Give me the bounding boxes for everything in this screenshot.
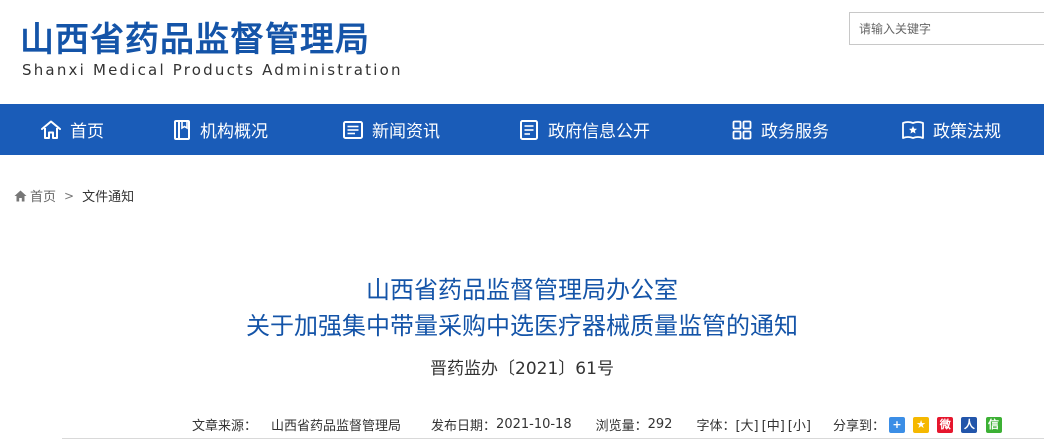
home-icon [14, 190, 27, 201]
breadcrumb: 首页 > 文件通知 [14, 186, 134, 205]
chevron-right-icon: > [64, 188, 75, 203]
search-box [849, 12, 1044, 45]
nav-item-policy[interactable]: 政策法规 [901, 104, 1001, 155]
document-icon [520, 119, 538, 140]
article-title-line-1: 山西省药品监督管理局办公室 [366, 276, 678, 304]
nav-item-gov-info[interactable]: 政府信息公开 [518, 104, 650, 155]
views-value: 292 [647, 417, 673, 432]
nav-item-about[interactable]: 机构概况 [172, 104, 268, 155]
nav-item-label: 机构概况 [200, 122, 268, 142]
share-wechat-icon[interactable]: 信 [985, 416, 1002, 433]
search-input[interactable] [850, 13, 1039, 44]
nav-item-news[interactable]: 新闻资讯 [342, 104, 440, 155]
news-icon [343, 120, 363, 139]
source-label: 文章来源： [192, 419, 258, 434]
main-nav: 首页 机构概况 新闻资讯 政府信息公开 政务服务 政策法规 [0, 104, 1044, 155]
law-book-icon [902, 120, 924, 139]
source-value: 山西省药品监督管理局 [271, 419, 402, 434]
date-value: 2021-10-18 [496, 417, 572, 432]
nav-item-services[interactable]: 政务服务 [731, 104, 829, 155]
font-small-button[interactable]: [小] [788, 415, 811, 434]
font-size-label: 字体： [696, 419, 736, 434]
site-logo-subtitle: Shanxi Medical Products Administration [22, 61, 403, 79]
book-icon [174, 119, 190, 140]
share-more-icon[interactable]: + [888, 416, 905, 433]
article-title-line-2: 关于加强集中带量采购中选医疗器械质量监管的通知 [246, 312, 798, 340]
views-label: 浏览量： [595, 419, 648, 434]
breadcrumb-home-label: 首页 [30, 190, 57, 205]
share-icons: + ★ 微 人 信 [888, 416, 1006, 433]
nav-item-label: 首页 [70, 122, 104, 142]
site-logo-title[interactable]: 山西省药品监督管理局 [20, 12, 370, 61]
share-weibo-icon[interactable]: 微 [937, 416, 954, 433]
font-large-button[interactable]: [大] [735, 415, 758, 434]
breadcrumb-current[interactable]: 文件通知 [82, 186, 134, 205]
share-label: 分享到： [832, 419, 885, 434]
nav-item-label: 新闻资讯 [372, 122, 440, 142]
share-renren-icon[interactable]: 人 [961, 416, 978, 433]
date-label: 发布日期： [431, 419, 497, 434]
nav-item-label: 政务服务 [761, 122, 829, 142]
article-meta: 文章来源： 山西省药品监督管理局 发布日期： 2021-10-18 浏览量： 2… [192, 415, 1006, 434]
font-medium-button[interactable]: [中] [762, 415, 785, 434]
nav-item-home[interactable]: 首页 [40, 104, 104, 155]
breadcrumb-home[interactable]: 首页 [14, 186, 56, 205]
nav-item-label: 政府信息公开 [548, 122, 650, 142]
share-qzone-icon[interactable]: ★ [913, 416, 930, 433]
site-header: 山西省药品监督管理局 Shanxi Medical Products Admin… [0, 0, 1044, 104]
meta-divider [62, 438, 1044, 439]
home-icon [41, 120, 61, 139]
nav-item-label: 政策法规 [933, 122, 1001, 142]
grid-icon [732, 120, 752, 139]
document-number: 晋药监办〔2021〕61号 [430, 359, 614, 379]
